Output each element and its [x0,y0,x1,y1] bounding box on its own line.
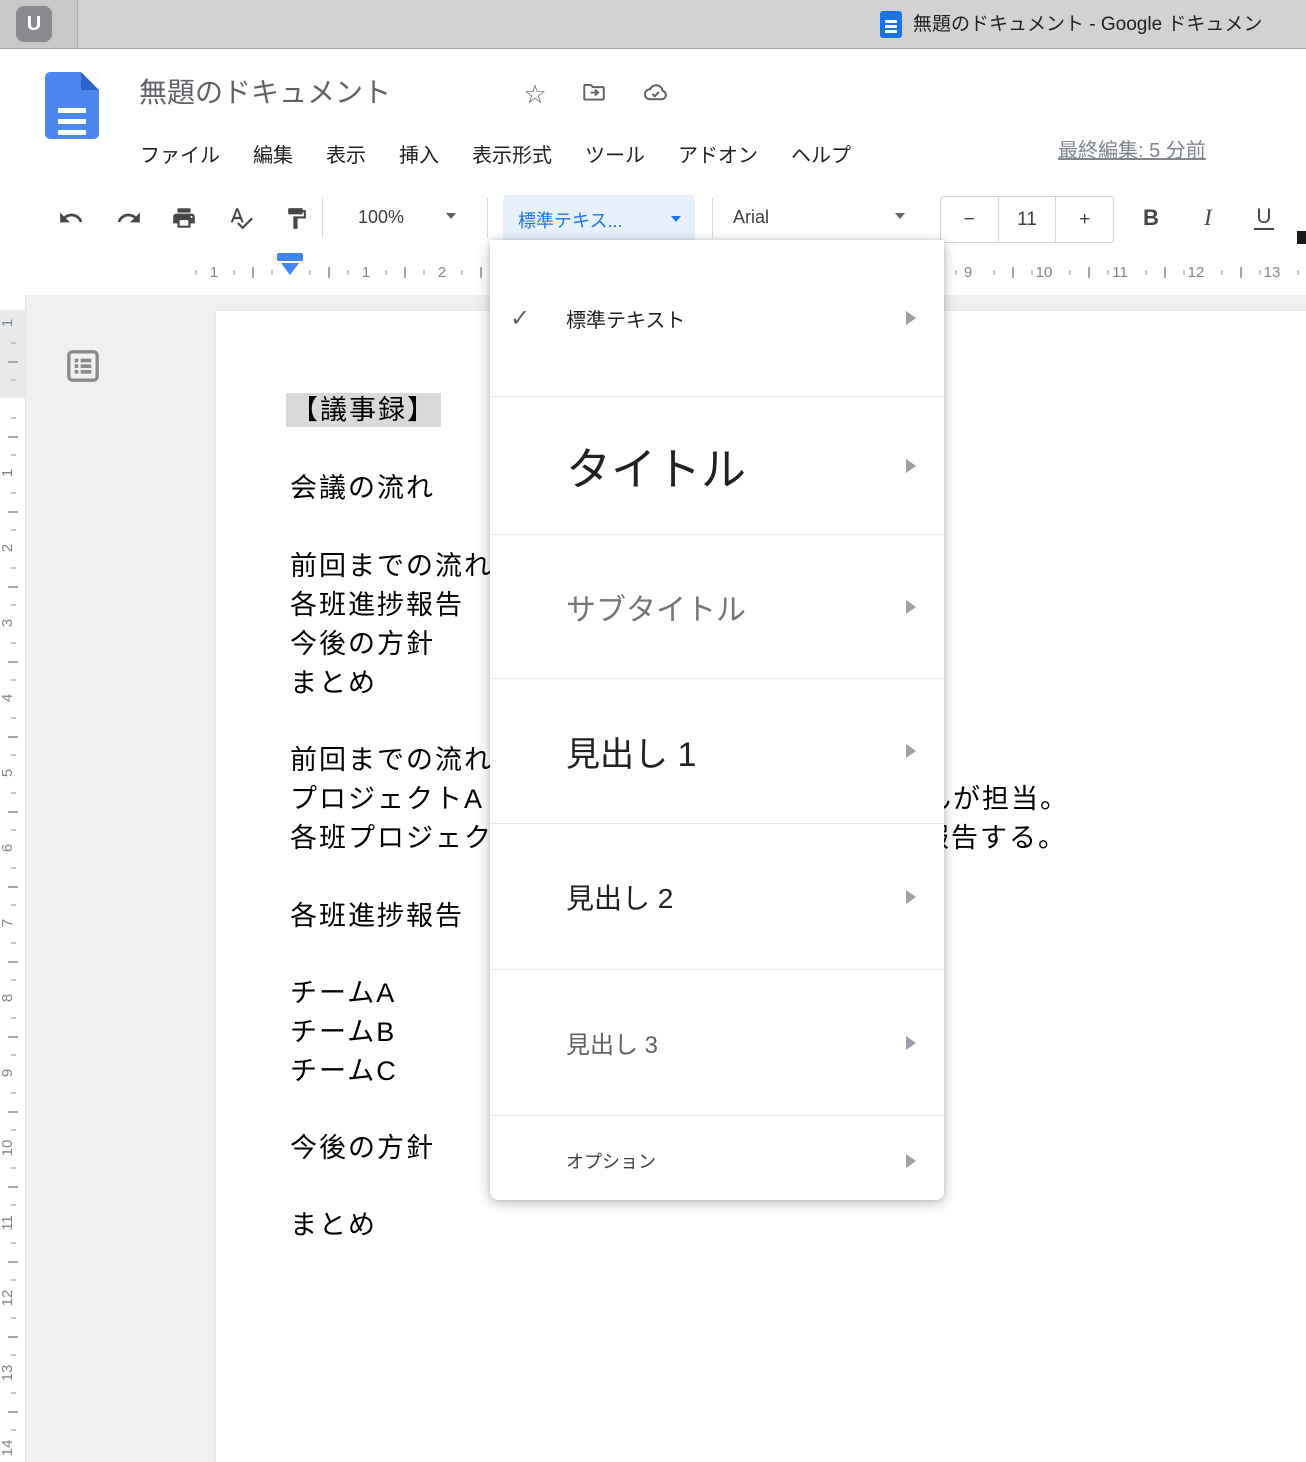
document-line[interactable]: 各班進捗報告 [290,899,464,933]
document-line[interactable]: 会議の流れ [290,471,435,505]
style-option-label: タイトル [566,433,746,498]
submenu-arrow-icon [906,890,916,904]
style-option-label: 標準テキスト [566,304,685,333]
submenu-arrow-icon [906,600,916,614]
document-line[interactable]: チームC [290,1054,398,1088]
document-line[interactable]: まとめ [290,1208,377,1242]
document-line-fragment[interactable]: んが担当。 [924,782,1069,816]
google-docs-window: U 無題のドキュメント - Google ドキュメン 無題のドキュメント ☆ [0,0,1306,1462]
selected-text[interactable]: 【議事録】 [286,393,441,427]
submenu-arrow-icon [906,459,916,473]
submenu-arrow-icon [906,1154,916,1168]
document-line[interactable]: 前回までの流れ [290,743,493,777]
document-line[interactable]: チームA [290,976,396,1010]
style-option-label: 見出し 2 [566,877,673,917]
document-line[interactable]: 前回までの流れ [290,549,493,583]
document-line[interactable]: 各班プロジェク [290,821,493,855]
style-option-title[interactable]: タイトル [490,397,944,535]
style-option-label: サブタイトル [566,585,746,629]
document-line[interactable]: まとめ [290,666,377,700]
style-option-label: オプション [566,1148,656,1174]
style-option-heading-2[interactable]: 見出し 2 [490,824,944,970]
style-option-label: 見出し 1 [566,727,696,776]
document-line[interactable]: 各班進捗報告 [290,588,464,622]
style-option-options[interactable]: オプション [490,1116,944,1206]
style-option-label: 見出し 3 [566,1025,658,1060]
styles-dropdown-menu: ✓ 標準テキストタイトルサブタイトル見出し 1 見出し 2 見出し 3 オプション [490,240,944,1200]
style-option-normal-text[interactable]: ✓ 標準テキスト [490,240,944,397]
document-line[interactable]: 今後の方針 [290,627,435,661]
check-icon: ✓ [510,304,530,333]
document-line[interactable]: 【議事録】 [286,393,441,427]
style-option-heading-3[interactable]: 見出し 3 [490,970,944,1116]
submenu-arrow-icon [906,1036,916,1050]
style-option-subtitle[interactable]: サブタイトル [490,535,944,679]
document-line[interactable]: チームB [290,1015,396,1049]
style-option-heading-1[interactable]: 見出し 1 [490,679,944,824]
submenu-arrow-icon [906,311,916,325]
document-line[interactable]: プロジェクトA [290,782,484,816]
document-line[interactable]: 今後の方針 [290,1131,435,1165]
submenu-arrow-icon [906,744,916,758]
